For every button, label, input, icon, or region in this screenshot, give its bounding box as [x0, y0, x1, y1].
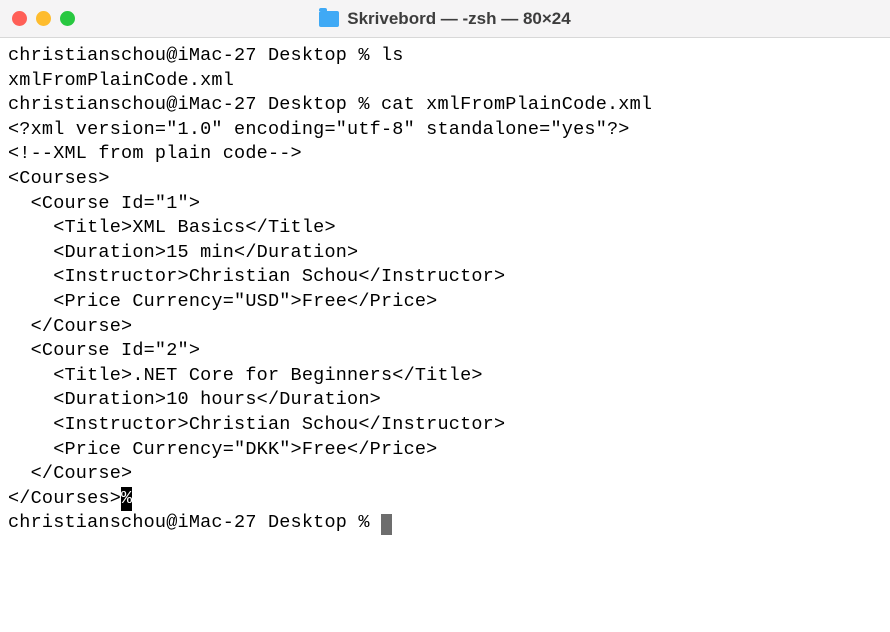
- terminal-line: xmlFromPlainCode.xml: [8, 70, 234, 91]
- eof-marker: %: [121, 487, 132, 512]
- terminal-line: </Course>: [8, 463, 132, 484]
- traffic-lights: [12, 11, 75, 26]
- terminal-line: <Price Currency="USD">Free</Price>: [8, 291, 437, 312]
- terminal-line: <!--XML from plain code-->: [8, 143, 302, 164]
- terminal-line: <Course Id="2">: [8, 340, 200, 361]
- terminal-line: <Course Id="1">: [8, 193, 200, 214]
- terminal-line: </Courses>: [8, 488, 121, 509]
- minimize-button[interactable]: [36, 11, 51, 26]
- folder-icon: [319, 11, 339, 27]
- title-center: Skrivebord — -zsh — 80×24: [0, 9, 890, 29]
- maximize-button[interactable]: [60, 11, 75, 26]
- terminal-line: <Instructor>Christian Schou</Instructor>: [8, 266, 505, 287]
- terminal-line: <Duration>15 min</Duration>: [8, 242, 358, 263]
- terminal-line: <Duration>10 hours</Duration>: [8, 389, 381, 410]
- terminal-line: <Title>XML Basics</Title>: [8, 217, 336, 238]
- terminal-line: <Courses>: [8, 168, 110, 189]
- cursor-icon: [381, 514, 392, 535]
- terminal-prompt: christianschou@iMac-27 Desktop %: [8, 512, 381, 533]
- terminal-line: christianschou@iMac-27 Desktop % ls: [8, 45, 404, 66]
- terminal-line: <Title>.NET Core for Beginners</Title>: [8, 365, 483, 386]
- terminal-line: <Price Currency="DKK">Free</Price>: [8, 439, 437, 460]
- window-titlebar: Skrivebord — -zsh — 80×24: [0, 0, 890, 38]
- terminal-line: <Instructor>Christian Schou</Instructor>: [8, 414, 505, 435]
- terminal-line: </Course>: [8, 316, 132, 337]
- window-title: Skrivebord — -zsh — 80×24: [347, 9, 570, 29]
- terminal-line: <?xml version="1.0" encoding="utf-8" sta…: [8, 119, 630, 140]
- terminal-output[interactable]: christianschou@iMac-27 Desktop % ls xmlF…: [0, 38, 890, 542]
- terminal-line: christianschou@iMac-27 Desktop % cat xml…: [8, 94, 652, 115]
- close-button[interactable]: [12, 11, 27, 26]
